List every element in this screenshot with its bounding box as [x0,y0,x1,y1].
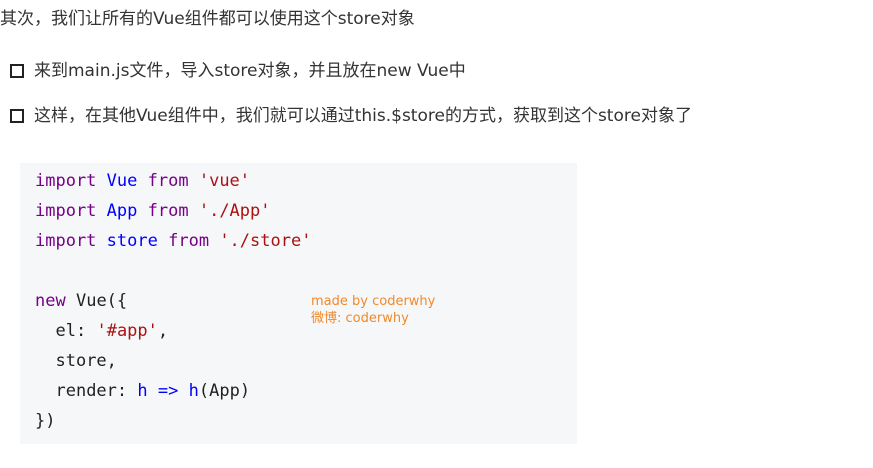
code-text: (App) [198,381,251,401]
code-identifier: h [137,381,148,401]
code-line: store, [35,349,117,373]
bullet-item: 来到main.js文件，导入store对象，并且放在new Vue中 [10,59,466,83]
checkbox-icon [10,64,24,78]
code-keyword: import [35,171,97,191]
code-property: el [55,321,76,341]
code-string: 'vue' [198,171,251,191]
code-line: import store from './store' [35,229,311,253]
code-operator: => [157,381,179,401]
code-string: './store' [219,231,312,251]
code-identifier: store [106,231,158,251]
code-line: import App from './App' [35,199,271,223]
code-keyword: import [35,201,97,221]
code-text: Vue({ [75,291,128,311]
watermark-line: made by coderwhy [311,294,436,309]
bullet-text: 这样，在其他Vue组件中，我们就可以通过this.$store的方式，获取到这个… [34,106,692,126]
code-property: render [55,381,117,401]
code-line: new Vue({ [35,289,127,313]
code-line: el: '#app', [35,319,168,343]
code-text: store, [55,351,117,371]
code-line: render: h => h(App) [35,379,250,403]
code-string: './App' [198,201,271,221]
code-identifier: App [106,201,138,221]
code-punct: : [116,381,128,401]
bullet-text: 来到main.js文件，导入store对象，并且放在new Vue中 [34,61,466,81]
code-text: }) [35,411,56,431]
checkbox-icon [10,109,24,123]
code-identifier: Vue [106,171,138,191]
code-keyword: from [168,231,210,251]
code-line: }) [35,409,55,433]
bullet-item: 这样，在其他Vue组件中，我们就可以通过this.$store的方式，获取到这个… [10,104,692,128]
code-block: import Vue from 'vue' import App from '.… [20,163,577,444]
intro-text: 其次，我们让所有的Vue组件都可以使用这个store对象 [0,9,415,29]
watermark-line: 微博: coderwhy [311,311,409,326]
code-keyword: import [35,231,97,251]
code-punct: , [157,321,169,341]
code-keyword: from [147,201,189,221]
code-string: '#app' [96,321,158,341]
code-punct: : [75,321,87,341]
code-line: import Vue from 'vue' [35,169,250,193]
code-keyword: new [35,291,66,311]
code-function: h [188,381,199,401]
code-keyword: from [147,171,189,191]
watermark: made by coderwhy 微博: coderwhy [311,293,435,327]
